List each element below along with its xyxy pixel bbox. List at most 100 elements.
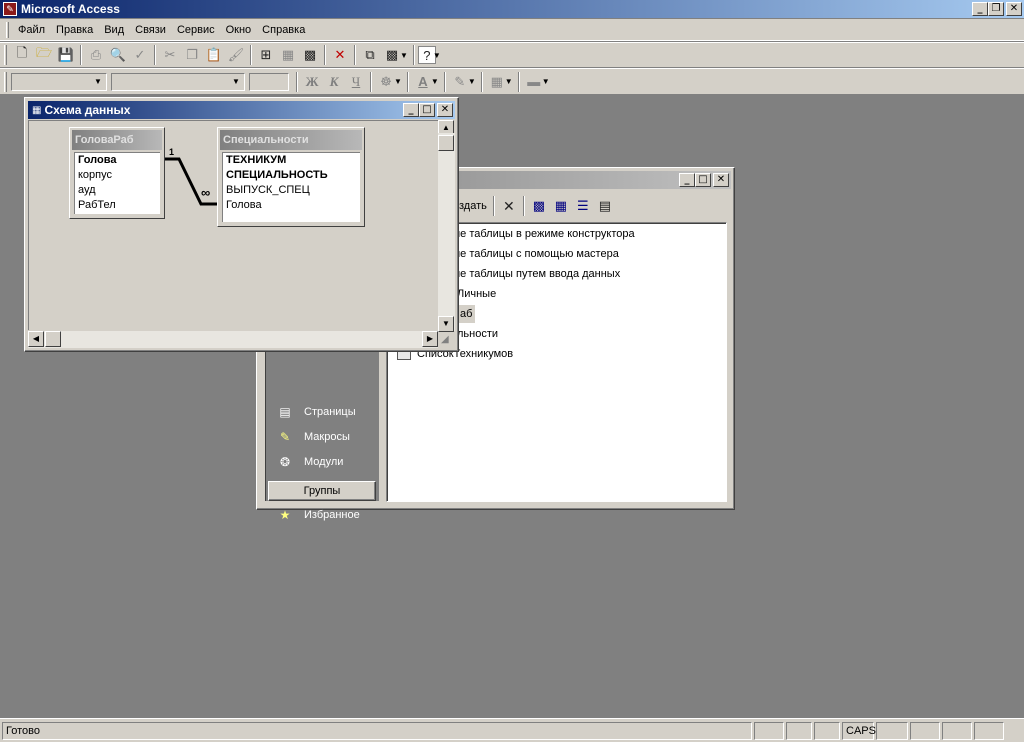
size-grip-icon[interactable]: ◢ [441,334,455,348]
table-title[interactable]: ГоловаРаб [72,130,162,150]
field-item[interactable]: корпус [75,168,160,183]
field-item[interactable]: ВЫПУСК_СПЕЦ [223,183,360,198]
chevron-down-icon[interactable]: ▼ [91,75,105,89]
toolbar-separator [250,45,252,65]
large-icons-icon[interactable]: ▩ [528,195,550,217]
scroll-down-icon[interactable]: ▼ [438,316,454,332]
copy-icon[interactable]: ❐ [181,44,203,66]
bold-button[interactable]: Ж [301,71,323,93]
relationships-icon[interactable]: ▦ [32,105,41,116]
field-item[interactable]: РабТел [75,198,160,213]
chevron-down-icon[interactable]: ▼ [229,75,243,89]
list-item[interactable]: Личные [457,285,496,303]
menu-bar-grip[interactable] [6,21,9,38]
vertical-scrollbar[interactable] [438,133,455,331]
horizontal-scrollbar[interactable]: ◀ ▶ [28,331,438,348]
help-dropdown-icon[interactable]: ▼ [433,51,441,60]
close-icon[interactable]: ✕ [437,103,453,117]
show-all-icon[interactable]: ▩ [299,44,321,66]
menu-help[interactable]: Справка [257,22,311,38]
close-icon[interactable]: ✕ [713,173,729,187]
vertical-scroll-thumb[interactable] [438,135,454,151]
spelling-icon[interactable]: ✓ [129,44,151,66]
object-combo[interactable]: ▼ [11,72,107,91]
sidebar-item-macros[interactable]: ✎ Макросы [266,426,378,448]
menu-view[interactable]: Вид [99,22,130,38]
field-item[interactable]: Голова [223,198,360,213]
print-icon[interactable]: ⎙ [85,44,107,66]
delete-icon[interactable]: ✕ [498,195,520,217]
show-table-icon[interactable]: ⊞ [255,44,277,66]
list-item[interactable]: ие таблицы путем ввода данных [454,265,620,283]
status-panel [942,721,972,740]
minimize-icon[interactable]: _ [972,2,988,16]
list-item[interactable]: ие таблицы в режиме конструктора [454,225,635,243]
table-specialnosti[interactable]: Специальности ТЕХНИКУМ СПЕЦИАЛЬНОСТЬ ВЫП… [217,127,365,227]
special-effect-dropdown-icon[interactable]: ▼ [542,77,550,86]
list-item-selected[interactable]: аб [457,305,476,323]
details-view-icon[interactable]: ▤ [594,195,616,217]
field-list: Голова корпус ауд РабТел [74,152,160,214]
small-icons-icon[interactable]: ▦ [550,195,572,217]
scroll-left-icon[interactable]: ◀ [28,331,44,347]
cut-icon[interactable]: ✂ [159,44,181,66]
maximize-icon[interactable]: □ [419,103,435,117]
menu-window[interactable]: Окно [221,22,258,38]
toolbar-separator [522,196,525,216]
relationship-line[interactable] [165,151,219,211]
field-item[interactable]: ТЕХНИКУМ [223,153,360,168]
toolbar-grip[interactable] [4,45,7,65]
field-item[interactable]: Голова [75,153,160,168]
font-size-combo[interactable] [249,72,289,91]
minimize-icon[interactable]: _ [403,103,419,117]
underline-button[interactable]: Ч [345,71,367,93]
app-title: Microsoft Access [21,2,120,16]
print-preview-icon[interactable]: 🔍 [107,44,129,66]
font-name-combo[interactable]: ▼ [111,72,245,91]
groups-button[interactable]: Группы [268,481,376,501]
sidebar-item-modules[interactable]: ❂ Модули [266,451,378,473]
fill-color-dropdown-icon[interactable]: ▼ [394,77,402,86]
database-window-icon[interactable]: ⧉ [359,44,381,66]
open-folder-icon[interactable]: 🗁 [33,44,55,66]
delete-icon[interactable]: ✕ [329,44,351,66]
table-golovarab[interactable]: ГоловаРаб Голова корпус ауд РабТел [69,127,165,219]
show-direct-icon[interactable]: ▦ [277,44,299,66]
scroll-right-icon[interactable]: ▶ [422,331,438,347]
toolbar-separator [324,45,326,65]
close-icon[interactable]: ✕ [1006,2,1022,16]
list-item[interactable]: льности [457,325,498,343]
status-panel [910,721,940,740]
list-view-icon[interactable]: ☰ [572,195,594,217]
sidebar-item-pages[interactable]: ▤ Страницы [266,401,378,423]
menu-file[interactable]: Файл [13,22,51,38]
relationships-window-title-bar[interactable]: ▦ Схема данных _ □ ✕ [28,101,455,119]
sidebar-item-favorites[interactable]: ★ Избранное [266,504,378,526]
restore-icon[interactable]: ❐ [988,2,1004,16]
relationships-canvas[interactable]: ГоловаРаб Голова корпус ауд РабТел Специ… [28,120,440,330]
maximize-icon[interactable]: □ [695,173,711,187]
save-icon[interactable]: 💾 [55,44,77,66]
relationship-toolbar: 🗋 🗁 💾 ⎙ 🔍 ✓ ✂ ❐ 📋 🖌 ⊞ ▦ ▩ ✕ ⧉ ▩ ▼ ? ▼ [0,42,1024,68]
list-item[interactable]: ие таблицы с помощью мастера [454,245,619,263]
new-object-dropdown-icon[interactable]: ▼ [400,51,408,60]
paste-icon[interactable]: 📋 [203,44,225,66]
access-app-icon[interactable]: ✎ [3,2,17,16]
format-painter-icon[interactable]: 🖌 [225,44,247,66]
table-title[interactable]: Специальности [220,130,362,150]
menu-edit[interactable]: Правка [51,22,99,38]
field-list: ТЕХНИКУМ СПЕЦИАЛЬНОСТЬ ВЫПУСК_СПЕЦ Голов… [222,152,360,222]
menu-relationships[interactable]: Связи [130,22,172,38]
line-color-dropdown-icon[interactable]: ▼ [468,77,476,86]
new-icon[interactable]: 🗋 [11,44,33,66]
minimize-icon[interactable]: _ [679,173,695,187]
horizontal-scroll-thumb[interactable] [45,331,61,347]
font-color-dropdown-icon[interactable]: ▼ [431,77,439,86]
menu-tools[interactable]: Сервис [172,22,221,38]
gridlines-dropdown-icon[interactable]: ▼ [505,77,513,86]
field-item[interactable]: СПЕЦИАЛЬНОСТЬ [223,168,360,183]
italic-button[interactable]: К [323,71,345,93]
field-item[interactable]: ауд [75,183,160,198]
toolbar-grip[interactable] [4,71,7,92]
toolbar-separator [406,71,409,92]
